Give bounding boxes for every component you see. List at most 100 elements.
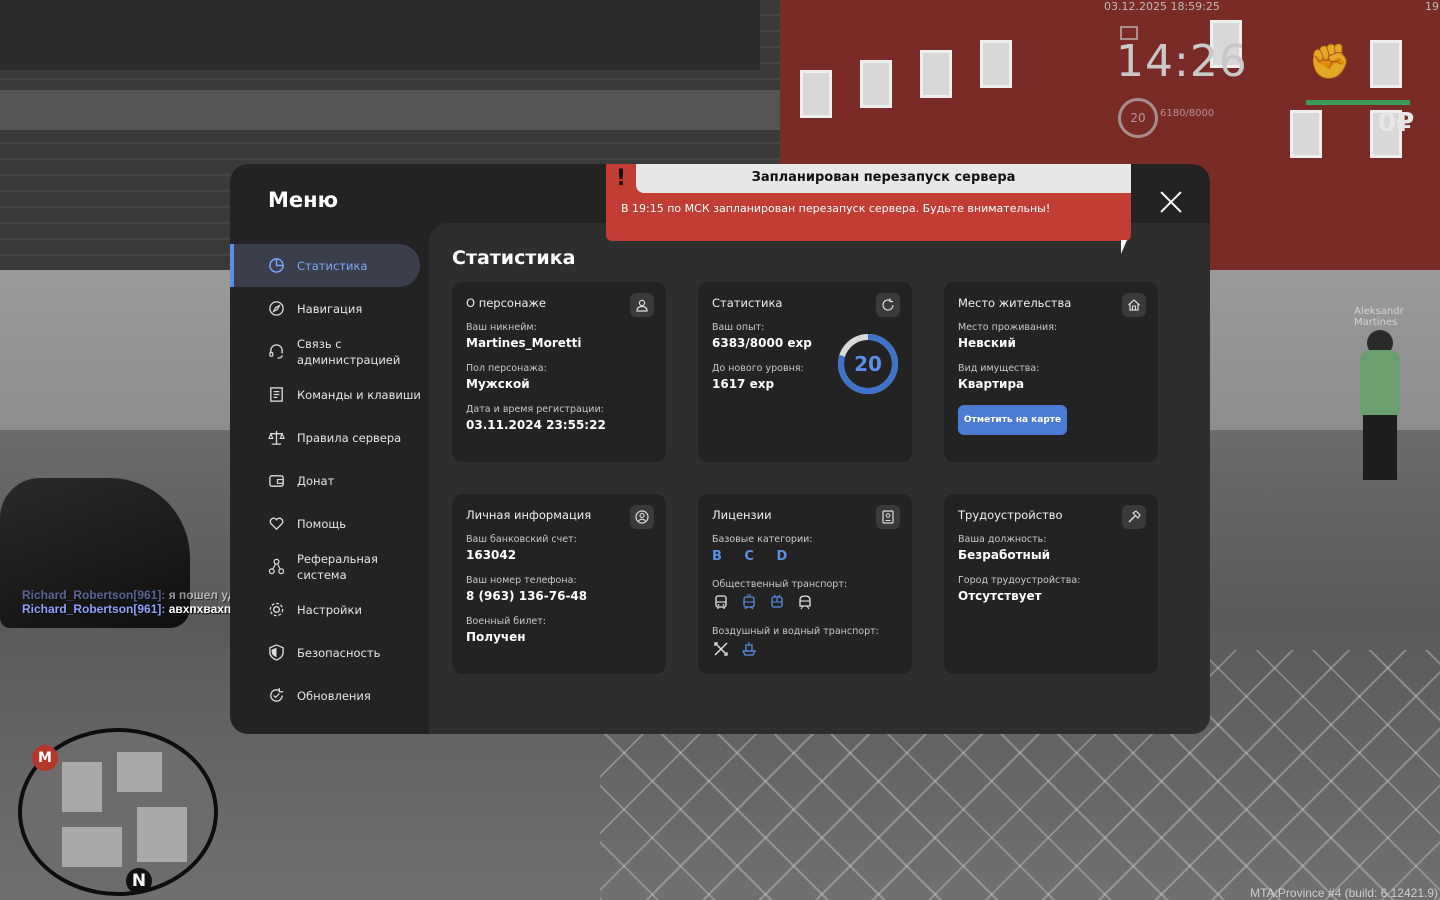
window bbox=[800, 70, 832, 118]
pedestrian bbox=[1345, 330, 1415, 480]
sidebar-item-label: Навигация bbox=[297, 301, 363, 316]
card-title: О персонаже bbox=[466, 296, 546, 310]
phone-value: 8 (963) 136-76-48 bbox=[466, 589, 588, 603]
close-button[interactable] bbox=[1159, 190, 1183, 214]
document-icon bbox=[267, 386, 285, 404]
military-label: Военный билет: bbox=[466, 616, 546, 627]
sidebar-item-help[interactable]: Помощь bbox=[230, 502, 429, 545]
map-block bbox=[62, 827, 122, 867]
base-categories-value: B C D bbox=[712, 549, 797, 564]
fist-icon: ✊ bbox=[1308, 42, 1352, 82]
trolleybus-icon bbox=[768, 593, 786, 611]
user-icon bbox=[630, 293, 654, 317]
hud-clock: 14:26 bbox=[1116, 36, 1248, 87]
pie-chart-icon bbox=[267, 257, 285, 275]
bank-label: Ваш банковский счет: bbox=[466, 534, 577, 545]
build-info: MTA:Province #4 (build: 6.12421.9) bbox=[1250, 886, 1438, 900]
window bbox=[1290, 110, 1322, 158]
building-roof bbox=[0, 0, 760, 70]
hud-datetime: 03.12.2025 18:59:25 bbox=[1104, 0, 1220, 13]
user-circle-icon bbox=[630, 505, 654, 529]
pedestrian-body bbox=[1360, 350, 1400, 420]
mouse-cursor-icon bbox=[1121, 240, 1127, 254]
air-water-transport-label: Воздушный и водный транспорт: bbox=[712, 626, 879, 637]
position-value: Безработный bbox=[958, 548, 1051, 562]
card-statistics: Статистика Ваш опыт: 6383/8000 exp До но… bbox=[698, 282, 912, 462]
plane-icon bbox=[712, 640, 730, 658]
hud-player-id: 19 bbox=[1425, 0, 1439, 13]
north-icon: N bbox=[126, 868, 152, 894]
refresh-icon bbox=[267, 687, 285, 705]
window bbox=[860, 60, 892, 108]
base-categories-label: Базовые категории: bbox=[712, 534, 813, 545]
server-restart-notification: ! Запланирован перезапуск сервера В 19:1… bbox=[606, 164, 1131, 241]
headset-icon bbox=[267, 343, 285, 361]
sidebar-item-label: Безопасность bbox=[297, 645, 381, 660]
sidebar-item-label: Статистика bbox=[297, 258, 368, 273]
scales-icon bbox=[267, 429, 285, 447]
menu-modal: Меню Статистика Навигация Связь с админи… bbox=[230, 164, 1210, 734]
bus-icon bbox=[712, 593, 730, 611]
sidebar-item-donate[interactable]: Донат bbox=[230, 459, 429, 502]
sidebar-item-statistics[interactable]: Статистика bbox=[230, 244, 420, 287]
sidebar-item-label: Правила сервера bbox=[297, 430, 402, 445]
sidebar-item-label: Связь с администрацией bbox=[297, 336, 401, 367]
card-personal-info: Личная информация Ваш банковский счет: 1… bbox=[452, 494, 666, 674]
sidebar-item-contact-admin[interactable]: Связь с администрацией bbox=[230, 330, 429, 373]
residence-place-label: Место проживания: bbox=[958, 322, 1058, 333]
boat-icon bbox=[740, 640, 758, 658]
sidebar-item-settings[interactable]: Настройки bbox=[230, 588, 429, 631]
alert-icon: ! bbox=[616, 166, 627, 191]
building-ledge bbox=[0, 90, 860, 130]
notification-text: В 19:15 по МСК запланирован перезапуск с… bbox=[621, 202, 1051, 215]
pedestrian-legs bbox=[1363, 415, 1397, 480]
window bbox=[1370, 40, 1402, 88]
position-label: Ваша должность: bbox=[958, 534, 1047, 545]
sidebar-item-updates[interactable]: Обновления bbox=[230, 674, 429, 717]
registration-value: 03.11.2024 23:55:22 bbox=[466, 418, 606, 432]
section-title: Статистика bbox=[452, 247, 576, 269]
public-transport-icons bbox=[712, 593, 814, 611]
next-level-value: 1617 exp bbox=[712, 377, 775, 391]
sidebar-item-label: Реферальная система bbox=[297, 551, 378, 582]
phone-label: Ваш номер телефона: bbox=[466, 575, 577, 586]
sidebar-item-label: Помощь bbox=[297, 516, 347, 531]
sidebar-item-navigation[interactable]: Навигация bbox=[230, 287, 429, 330]
map-block bbox=[117, 752, 162, 792]
shield-icon bbox=[267, 644, 285, 662]
sidebar-item-security[interactable]: Безопасность bbox=[230, 631, 429, 674]
card-title: Лицензии bbox=[712, 508, 772, 522]
property-type-label: Вид имущества: bbox=[958, 363, 1040, 374]
sidebar-item-label: Настройки bbox=[297, 602, 362, 617]
sidebar-item-label: Донат bbox=[297, 473, 335, 488]
sidebar-item-referral[interactable]: Реферальная система bbox=[230, 545, 429, 588]
level-value: 20 bbox=[854, 352, 882, 376]
metro-train-icon bbox=[796, 593, 814, 611]
military-value: Получен bbox=[466, 630, 526, 644]
sidebar-item-rules[interactable]: Правила сервера bbox=[230, 416, 429, 459]
residence-place-value: Невский bbox=[958, 336, 1016, 350]
hud-level: 20 bbox=[1118, 98, 1158, 138]
employment-city-label: Город трудоустройства: bbox=[958, 575, 1081, 586]
exp-value: 6383/8000 exp bbox=[712, 336, 812, 350]
sidebar-item-label: Команды и клавиши bbox=[297, 387, 421, 402]
public-transport-label: Общественный транспорт: bbox=[712, 579, 848, 590]
gear-icon bbox=[267, 601, 285, 619]
gender-value: Мужской bbox=[466, 377, 530, 391]
player-nametag: Aleksandr Martines bbox=[1354, 306, 1404, 328]
mark-on-map-button[interactable]: Отметить на карте bbox=[958, 405, 1067, 435]
next-level-label: До нового уровня: bbox=[712, 363, 804, 374]
metro-icon: М bbox=[32, 745, 58, 771]
heart-hand-icon bbox=[267, 515, 285, 533]
employment-city-value: Отсутствует bbox=[958, 589, 1042, 603]
card-residence: Место жительства Место проживания: Невск… bbox=[944, 282, 1158, 462]
card-employment: Трудоустройство Ваша должность: Безработ… bbox=[944, 494, 1158, 674]
id-card-icon bbox=[876, 505, 900, 529]
exp-label: Ваш опыт: bbox=[712, 322, 765, 333]
chat-author: Richard_Robertson[961]: bbox=[22, 602, 166, 616]
nickname-value: Martines_Moretti bbox=[466, 336, 582, 350]
notification-title: Запланирован перезапуск сервера bbox=[751, 170, 1016, 185]
sidebar-item-commands[interactable]: Команды и клавиши bbox=[230, 373, 429, 416]
property-type-value: Квартира bbox=[958, 377, 1025, 391]
wallet-icon bbox=[267, 472, 285, 490]
